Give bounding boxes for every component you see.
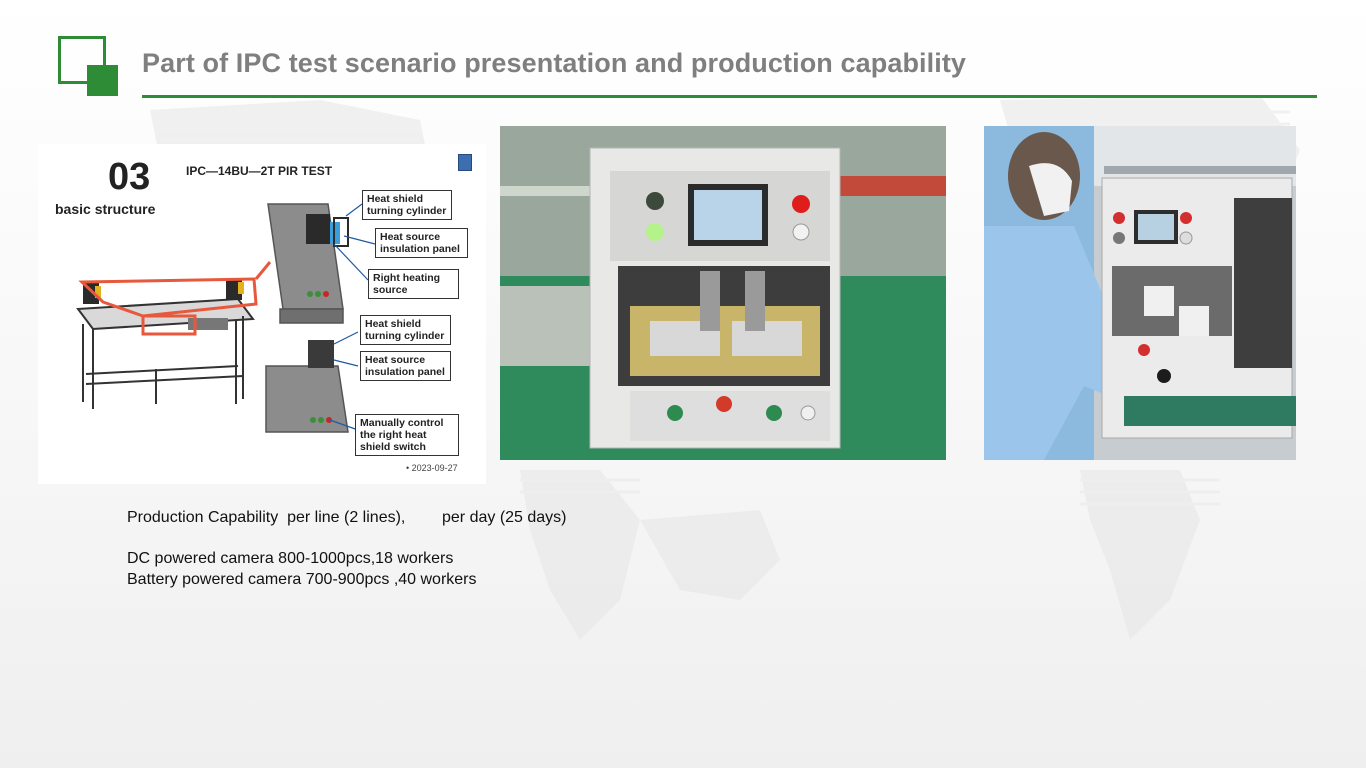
callout-insulation-panel-2: Heat source insulation panel xyxy=(360,351,451,381)
callout-right-heating-source: Right heating source xyxy=(368,269,459,299)
callout-manual-switch: Manually control the right heat shield s… xyxy=(355,414,459,456)
capability-dc-camera: DC powered camera 800-1000pcs,18 workers xyxy=(127,550,454,567)
callout-heat-shield-cylinder-2: Heat shield turning cylinder xyxy=(360,315,451,345)
machine-front-photo xyxy=(500,126,946,460)
capability-heading: Production Capability per line (2 lines)… xyxy=(127,509,406,526)
operator-photo xyxy=(984,126,1296,460)
capability-per-day: per day (25 days) xyxy=(442,509,567,526)
callout-heat-shield-cylinder-1: Heat shield turning cylinder xyxy=(362,190,452,220)
capability-battery-camera: Battery powered camera 700-900pcs ,40 wo… xyxy=(127,571,477,588)
title-underline xyxy=(142,95,1317,98)
callout-insulation-panel-1: Heat source insulation panel xyxy=(375,228,468,258)
diagram-date: • 2023-09-27 xyxy=(406,463,458,473)
structure-diagram-panel: 03 basic structure IPC—14BU—2T PIR TEST xyxy=(38,144,486,484)
slide-title: Part of IPC test scenario presentation a… xyxy=(142,48,967,78)
slide: Part of IPC test scenario presentation a… xyxy=(0,0,1366,768)
logo-square-filled xyxy=(87,65,118,96)
